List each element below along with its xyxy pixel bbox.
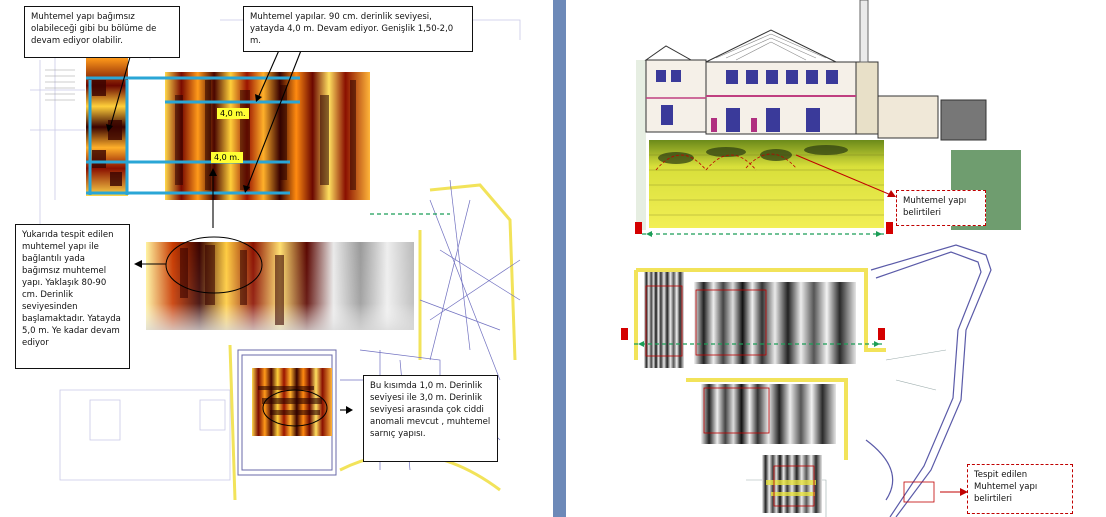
marker-b-upper xyxy=(886,222,893,234)
building-elevation xyxy=(644,0,987,141)
callout-top-right: Muhtemel yapılar. 90 cm. derinlik seviye… xyxy=(243,6,473,52)
panel-divider xyxy=(553,0,566,517)
callout-top-left: Muhtemel yapı bağımsız olabileceği gibi … xyxy=(24,6,180,58)
distance-tag-lower: 4,0 m. xyxy=(211,152,243,163)
marker-a-upper xyxy=(635,222,642,234)
callout-middle-left: Yukarıda tespit edilen muhtemel yapı ile… xyxy=(15,224,130,369)
marker-b-lower xyxy=(878,328,885,340)
gpr-slice-mid-lower xyxy=(701,384,836,444)
callout-upper-structure: Muhtemel yapı belirtileri xyxy=(896,190,986,226)
callout-lower-structure: Tespit edilen Muhtemel yapı belirtileri xyxy=(967,464,1073,514)
distance-tag-upper: 4,0 m. xyxy=(217,108,249,119)
right-panel: Muhtemel yapı belirtileri Tespit edilen … xyxy=(566,0,1106,517)
gpr-slice-center xyxy=(694,282,856,364)
left-panel: 4,0 m. 4,0 m. Muhtemel yapı bağımsız ola… xyxy=(0,0,553,517)
right-site-plan xyxy=(634,0,1021,517)
callout-bottom-right: Bu kısımda 1,0 m. Derinlik seviyesi ile … xyxy=(363,375,498,462)
marker-a-lower xyxy=(621,328,628,340)
